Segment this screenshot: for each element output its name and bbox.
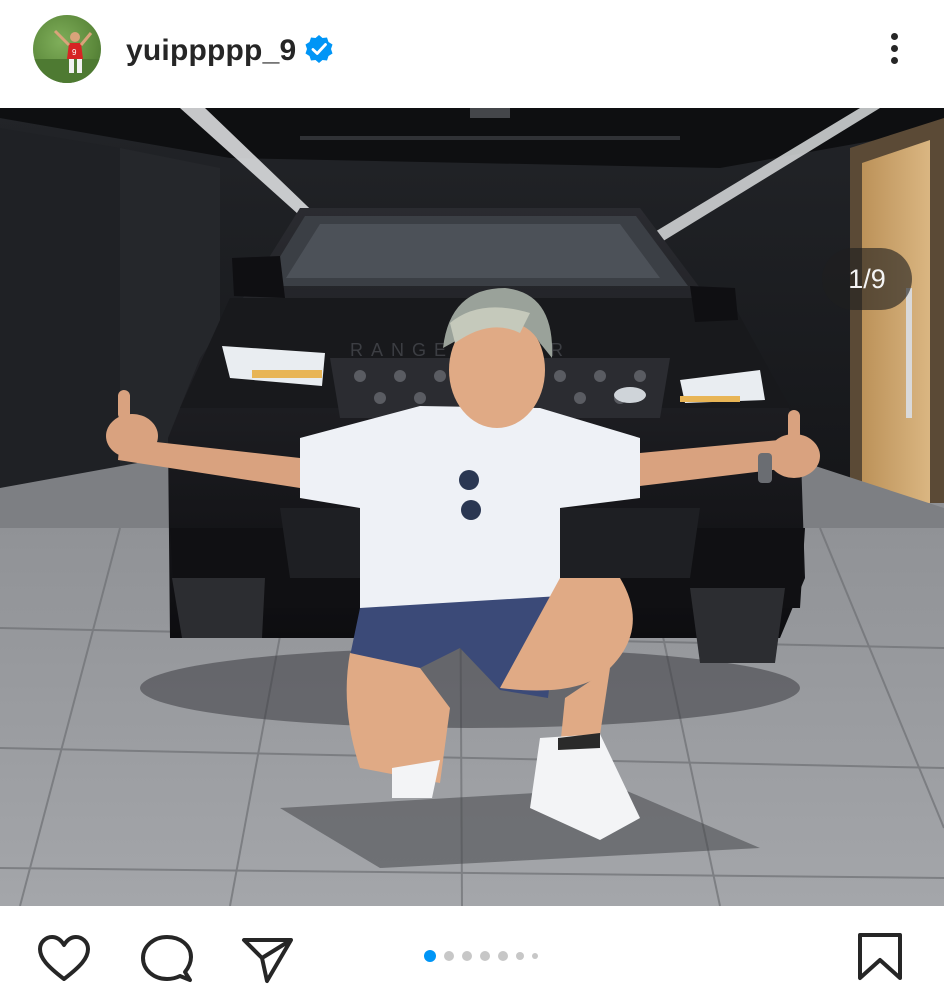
svg-text:9: 9	[72, 48, 77, 57]
avatar[interactable]: 9	[33, 15, 101, 83]
carousel-dot[interactable]	[498, 951, 508, 961]
carousel-dot[interactable]	[516, 952, 524, 960]
more-options-icon[interactable]	[880, 30, 908, 70]
post-photo[interactable]: RANGE ROVER 1/9	[0, 108, 944, 906]
username[interactable]: yuippppp_9	[126, 33, 296, 69]
send-icon[interactable]	[240, 934, 294, 984]
image-counter: 1/9	[822, 248, 912, 310]
carousel-dot[interactable]	[444, 951, 454, 961]
comment-icon[interactable]	[140, 934, 194, 984]
carousel-dot[interactable]	[462, 951, 472, 961]
heart-icon[interactable]	[37, 934, 91, 984]
verified-badge-icon	[305, 35, 333, 63]
post-header: 9 yuippppp_9	[0, 0, 944, 108]
carousel-dots	[424, 950, 546, 962]
carousel-dot-active[interactable]	[424, 950, 436, 962]
carousel-dot[interactable]	[532, 953, 538, 959]
bookmark-icon[interactable]	[856, 932, 904, 982]
carousel-dot[interactable]	[480, 951, 490, 961]
avatar-photo: 9	[33, 29, 101, 83]
photo-scene: RANGE ROVER	[0, 108, 944, 906]
